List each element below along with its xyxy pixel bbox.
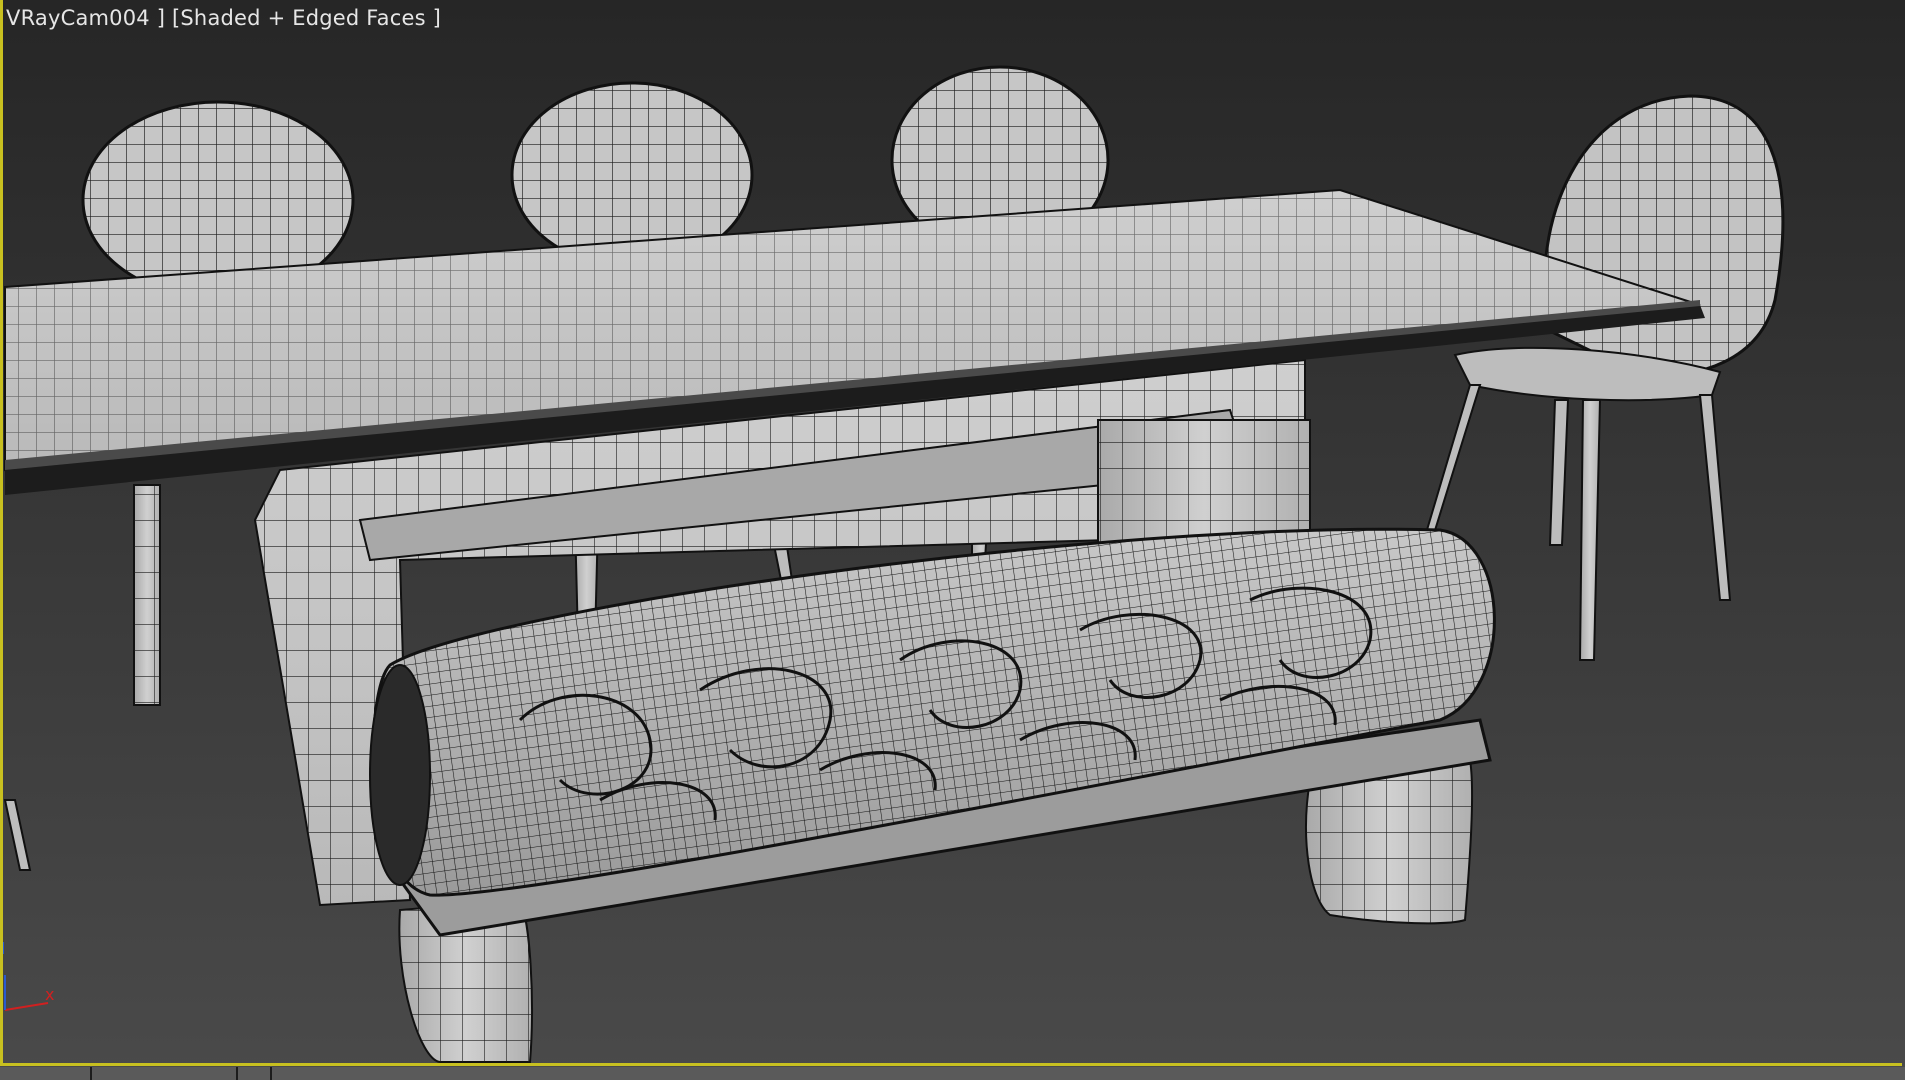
strip-tick xyxy=(270,1067,272,1080)
strip-tick xyxy=(90,1067,92,1080)
axis-x-label: x xyxy=(45,985,54,1004)
viewport-label[interactable]: VRayCam004 ] [Shaded + Edged Faces ] xyxy=(6,6,441,30)
bench[interactable] xyxy=(369,527,1496,1063)
axis-gizmo: x xyxy=(0,942,54,1011)
bottom-strip xyxy=(0,1067,1905,1080)
viewport[interactable]: x VRayCam004 ] [Shaded + Edged Faces ] xyxy=(0,0,1905,1080)
strip-tick xyxy=(236,1067,238,1080)
scene-render[interactable]: x xyxy=(0,0,1905,1080)
chair-leg-partial xyxy=(3,799,32,871)
